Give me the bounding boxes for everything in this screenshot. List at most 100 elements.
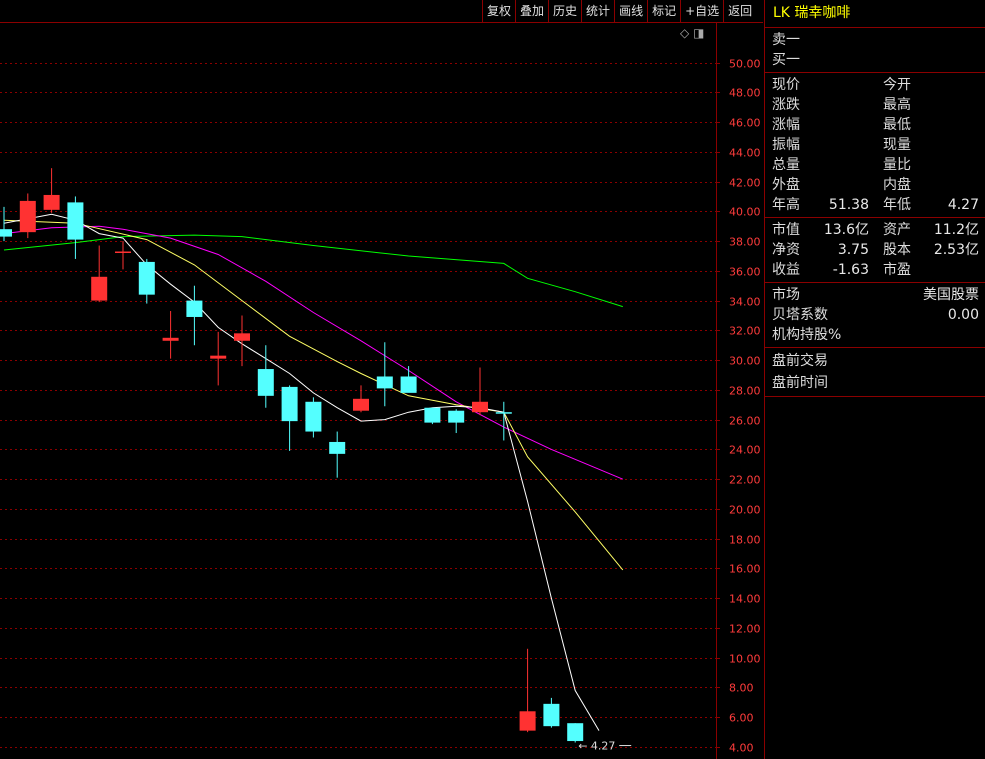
fundamentals-section: 市值 13.6亿 资产 11.2亿 净资 3.75 股本 2.53亿 收益 -1.63 市盈	[765, 218, 985, 283]
quote-section: 现价 今开 涨跌 最高 涨幅 最低 振幅 现量 总量 量比 外盘 内盘 年高 51.38 年低 4…	[765, 73, 985, 218]
net-assets-value: 3.75	[837, 242, 869, 258]
ma10-line	[3, 219, 624, 571]
candle-body	[281, 386, 298, 422]
stock-title: LK 瑞幸咖啡	[765, 0, 985, 28]
chart-controls[interactable]: ◇ ◨	[680, 26, 704, 40]
price-label: 现价	[772, 77, 800, 93]
candle-body	[329, 441, 346, 454]
candle-body	[67, 202, 84, 240]
ask1-label: 卖一	[772, 32, 800, 48]
y-tick-label: 12.00	[729, 623, 761, 636]
mark-button[interactable]: 标记	[647, 0, 680, 22]
total-volume-label: 总量	[772, 157, 800, 173]
y-tick-label: 22.00	[729, 474, 761, 487]
candle-body	[495, 412, 512, 414]
candle-body	[567, 723, 584, 742]
candle-body	[186, 300, 203, 317]
beta-value: 0.00	[947, 307, 979, 323]
chart-svg[interactable]: 4.00 6.00 8.00 10.00 12.00 14.00 16.00 18.00 20.…	[0, 0, 763, 759]
candle-body	[353, 398, 369, 411]
market-section: 市场 美国股票 贝塔系数 0.00 机构持股%	[765, 283, 985, 348]
change-pct-label: 涨幅	[772, 117, 800, 133]
candle-body	[91, 276, 108, 301]
candle-body	[19, 200, 36, 233]
year-high-value: 51.38	[828, 197, 869, 213]
institution-holding-label: 机构持股%	[772, 327, 842, 343]
y-tick-label: 34.00	[729, 296, 761, 309]
y-tick-label: 24.00	[729, 444, 761, 457]
y-tick-label: 4.00	[729, 742, 754, 755]
candle-body	[115, 251, 131, 253]
candle-body	[472, 401, 488, 413]
market-cap-value: 13.6亿	[823, 222, 869, 238]
candle-body	[448, 410, 465, 423]
candle-body	[400, 376, 417, 393]
restore-rights-button[interactable]: 复权	[482, 0, 515, 22]
high-label: 最高	[883, 97, 911, 113]
candle-body	[138, 261, 155, 295]
y-tick-label: 30.00	[729, 355, 761, 368]
y-tick-label: 18.00	[729, 534, 761, 547]
y-tick-label: 20.00	[729, 504, 761, 517]
y-tick-label: 46.00	[729, 117, 761, 130]
candle-body	[257, 369, 274, 396]
y-tick-label: 44.00	[729, 147, 761, 160]
back-button[interactable]: 返回	[723, 0, 756, 22]
amplitude-label: 振幅	[772, 137, 800, 153]
y-tick-label: 8.00	[729, 682, 754, 695]
draw-line-button[interactable]: 画线	[614, 0, 647, 22]
candle-body	[519, 711, 536, 731]
kline-chart[interactable]: 4.00 6.00 8.00 10.00 12.00 14.00 16.00 18.00 20.…	[0, 0, 763, 759]
ma20-line	[3, 225, 623, 480]
y-tick-label: 10.00	[729, 653, 761, 666]
shares-value: 2.53亿	[933, 242, 979, 258]
premarket-section: 盘前交易 盘前时间	[765, 348, 985, 397]
y-tick-label: 38.00	[729, 236, 761, 249]
y-tick-label: 42.00	[729, 177, 761, 190]
y-tick-label: 40.00	[729, 206, 761, 219]
volume-ratio-label: 量比	[883, 157, 911, 173]
chart-toolbar: 复权 叠加 历史 统计 画线 标记 +自选 返回	[482, 0, 756, 22]
pe-label: 市盈	[883, 262, 911, 278]
history-button[interactable]: 历史	[548, 0, 581, 22]
market-value: 美国股票	[923, 287, 979, 303]
current-volume-label: 现量	[883, 137, 911, 153]
y-tick-label: 48.00	[729, 87, 761, 100]
order-book: 卖一 买一	[765, 28, 985, 73]
diamond-icon[interactable]: ◇	[680, 26, 689, 40]
candle-body	[210, 355, 227, 359]
year-low-value: 4.27	[947, 197, 979, 213]
candle-body	[43, 194, 60, 210]
candle-body	[424, 407, 441, 423]
y-tick-label: 36.00	[729, 266, 761, 279]
y-tick-label: 6.00	[729, 712, 754, 725]
statistics-button[interactable]: 统计	[581, 0, 614, 22]
y-tick-label: 50.00	[729, 58, 761, 71]
y-tick-label: 26.00	[729, 415, 761, 428]
candle-body	[543, 703, 560, 727]
inner-label: 内盘	[883, 177, 911, 193]
y-tick-label: 14.00	[729, 593, 761, 606]
market-label: 市场	[772, 287, 800, 303]
low-label: 最低	[883, 117, 911, 133]
low-price-marker: ← 4.27	[578, 740, 615, 753]
change-label: 涨跌	[772, 97, 800, 113]
open-label: 今开	[883, 77, 911, 93]
y-tick-label: 28.00	[729, 385, 761, 398]
candle-body	[376, 376, 393, 389]
y-tick-label: 16.00	[729, 563, 761, 576]
y-tick-label: 32.00	[729, 325, 761, 338]
quote-panel: LK 瑞幸咖啡 卖一 买一 现价 今开 涨跌 最高 涨幅 最低 振幅 现量 总量 量比 外…	[764, 0, 985, 759]
add-watchlist-button[interactable]: +自选	[680, 0, 723, 22]
candle-body	[162, 337, 179, 341]
candle-body	[234, 333, 250, 341]
premarket-trade-label: 盘前交易	[772, 353, 828, 369]
overlay-button[interactable]: 叠加	[515, 0, 548, 22]
beta-label: 贝塔系数	[772, 307, 828, 323]
candle-body	[305, 401, 322, 432]
bid1-label: 买一	[772, 52, 800, 68]
premarket-time-label: 盘前时间	[772, 375, 828, 391]
panel-toggle-icon[interactable]: ◨	[693, 26, 704, 40]
assets-value: 11.2亿	[933, 222, 979, 238]
outer-label: 外盘	[772, 177, 800, 193]
